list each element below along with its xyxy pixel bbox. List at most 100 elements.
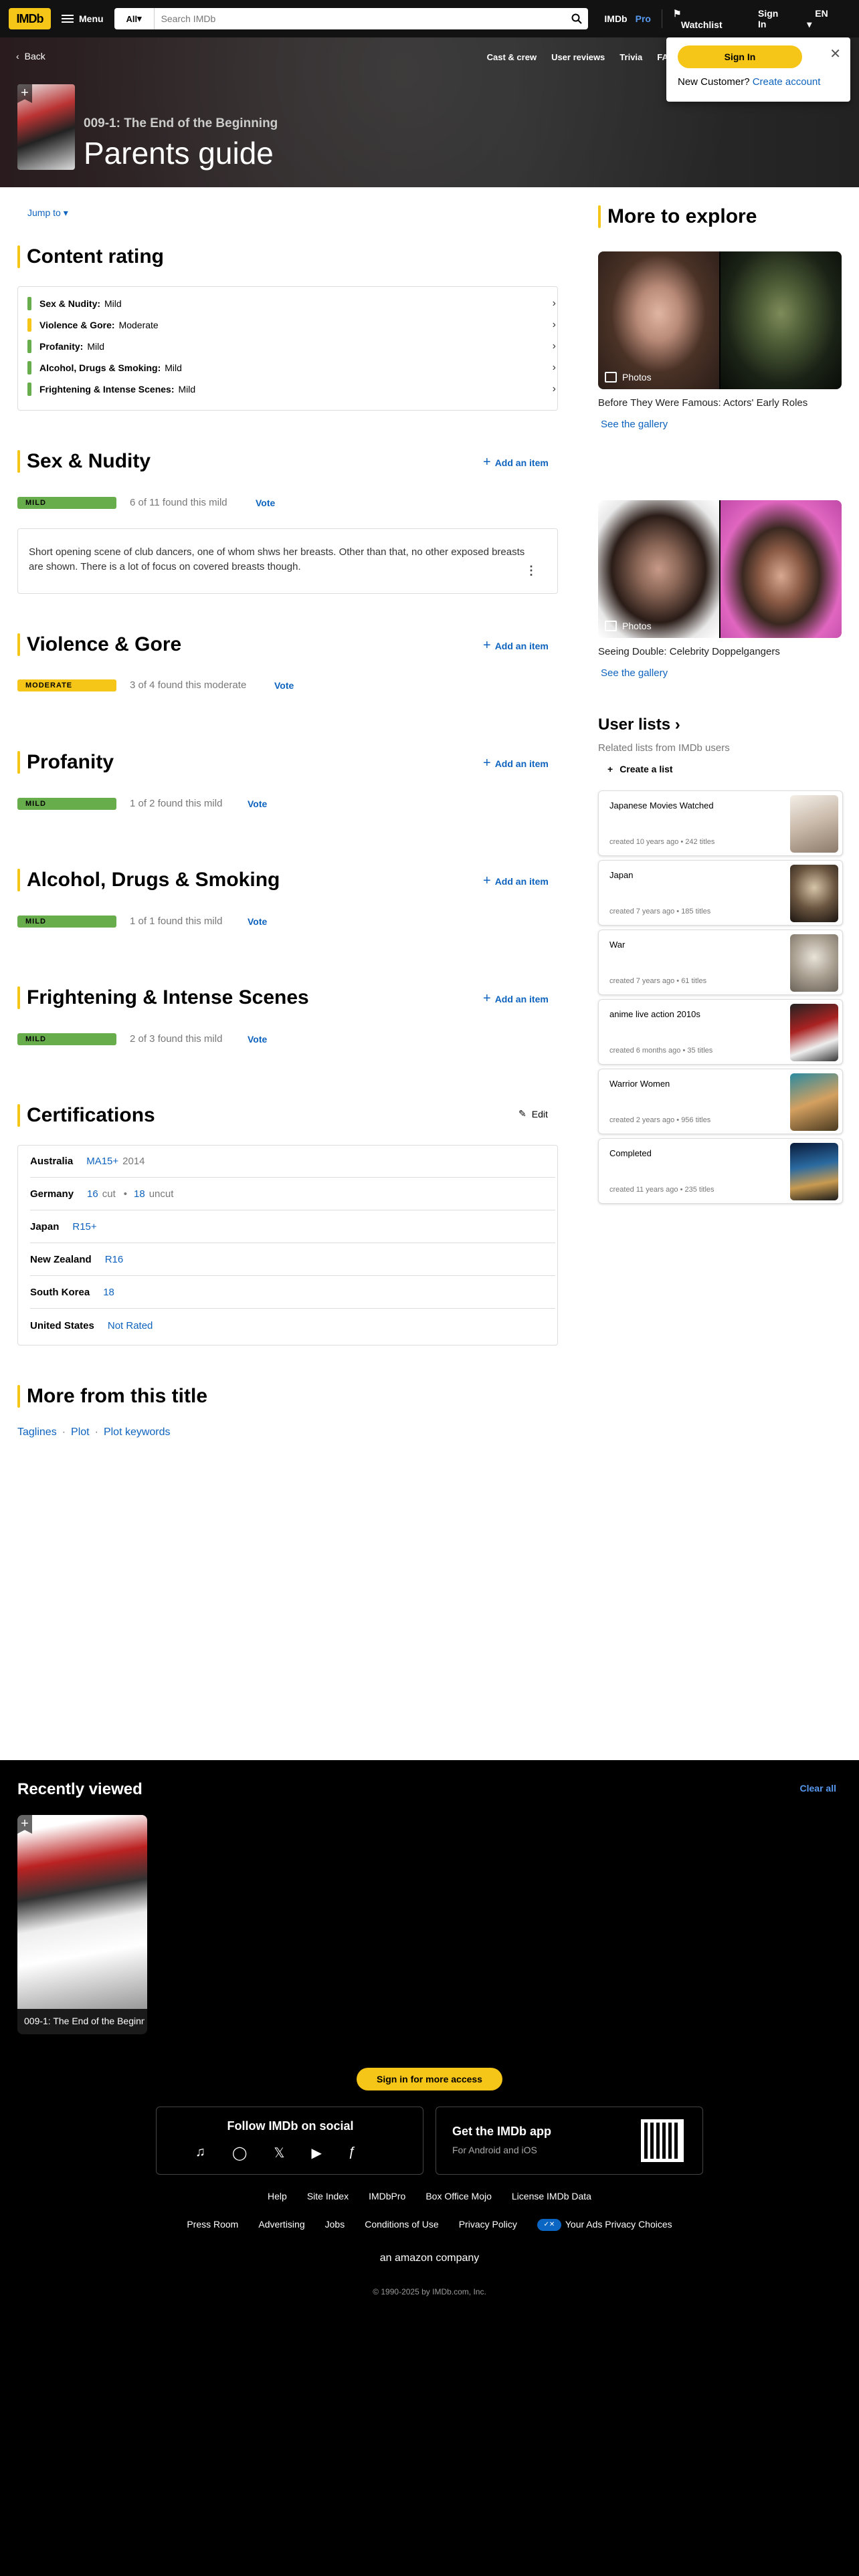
vote-button[interactable]: Vote [256, 498, 275, 508]
gallery-caption[interactable]: Before They Were Famous: Actors' Early R… [598, 397, 807, 409]
cert-rating-link[interactable]: 18 [134, 1188, 145, 1200]
rating-row-frightening[interactable]: Frightening & Intense Scenes: Mild › [27, 382, 556, 397]
plot-link[interactable]: Plot [71, 1426, 90, 1438]
list-card[interactable]: Japanese Movies Watched created 10 years … [598, 790, 843, 856]
rating-value: Mild [165, 362, 182, 373]
cert-rating-link[interactable]: 16 [87, 1188, 98, 1200]
advertising-link[interactable]: Advertising [258, 2219, 304, 2231]
rating-row-alcohol[interactable]: Alcohol, Drugs & Smoking: Mild › [27, 360, 556, 375]
site-index-link[interactable]: Site Index [307, 2191, 349, 2202]
app-box[interactable]: Get the IMDb app For Android and iOS [436, 2107, 703, 2175]
license-data-link[interactable]: License IMDb Data [512, 2191, 591, 2202]
press-room-link[interactable]: Press Room [187, 2219, 238, 2231]
list-card[interactable]: Warrior Women created 2 years ago • 956 t… [598, 1069, 843, 1134]
cert-rating-link[interactable]: 18 [103, 1287, 114, 1298]
rating-label: Profanity: [39, 341, 84, 352]
separator-dot: • [123, 1188, 128, 1200]
create-account-link[interactable]: Create account [753, 76, 821, 88]
add-item-button[interactable]: + Add an item [483, 756, 549, 771]
search-icon[interactable] [565, 8, 588, 29]
section-heading-sex-nudity: Sex & Nudity [17, 448, 151, 475]
cert-rating-link[interactable]: Not Rated [108, 1320, 153, 1331]
help-link[interactable]: Help [268, 2191, 287, 2202]
edit-button[interactable]: ✎ Edit [518, 1108, 548, 1119]
rating-row-sex-nudity[interactable]: Sex & Nudity: Mild › [27, 296, 556, 311]
search-input[interactable]: Search IMDb [155, 13, 566, 24]
imdbpro-footer-link[interactable]: IMDbPro [369, 2191, 405, 2202]
gallery-caption[interactable]: Seeing Double: Celebrity Doppelgangers [598, 646, 780, 657]
cast-crew-link[interactable]: Cast & crew [487, 52, 537, 62]
conditions-link[interactable]: Conditions of Use [365, 2219, 439, 2231]
title-name[interactable]: 009-1: The End of the Beginning [84, 116, 278, 131]
list-card[interactable]: War created 7 years ago • 61 titles [598, 930, 843, 995]
vote-button[interactable]: Vote [248, 798, 267, 809]
sign-in-more-access-button[interactable]: Sign in for more access [357, 2068, 502, 2090]
search-category-select[interactable]: All ▾ [114, 8, 155, 29]
list-card[interactable]: Japan created 7 years ago • 185 titles [598, 860, 843, 926]
privacy-toggle-icon: ✓✕ [537, 2219, 561, 2232]
more-options-icon[interactable]: ⋮ [525, 564, 537, 578]
sign-in-link[interactable]: Sign In [750, 3, 796, 35]
vote-button[interactable]: Vote [248, 1034, 267, 1045]
language-select[interactable]: EN ▾ [799, 3, 850, 35]
vote-button[interactable]: Vote [274, 680, 294, 691]
gallery-card-doppelgangers[interactable]: Photos [598, 500, 842, 638]
add-item-button[interactable]: + Add an item [483, 873, 549, 889]
facebook-icon[interactable]: ƒ [349, 2145, 356, 2161]
ad-privacy-link[interactable]: ✓✕ Your Ads Privacy Choices [537, 2219, 672, 2232]
jump-to-dropdown[interactable]: Jump to ▾ [27, 207, 68, 219]
cert-country: New Zealand [30, 1254, 92, 1265]
votes-found-text: 2 of 3 found this mild [130, 1033, 223, 1045]
cert-rating-link[interactable]: R16 [105, 1254, 124, 1265]
jobs-link[interactable]: Jobs [325, 2219, 345, 2231]
imdb-logo[interactable]: IMDb [9, 8, 51, 29]
gallery-card-before-famous[interactable]: Photos [598, 251, 842, 389]
user-reviews-link[interactable]: User reviews [551, 52, 605, 62]
popup-sign-in-button[interactable]: Sign In [678, 45, 802, 68]
qr-code [641, 2119, 684, 2162]
cert-rating-link[interactable]: R15+ [72, 1221, 96, 1232]
taglines-link[interactable]: Taglines [17, 1426, 57, 1438]
title-poster[interactable]: + [17, 84, 75, 170]
add-watchlist-icon[interactable]: + [17, 84, 32, 103]
box-office-mojo-link[interactable]: Box Office Mojo [425, 2191, 492, 2202]
menu-button[interactable]: Menu [62, 13, 104, 24]
trivia-link[interactable]: Trivia [619, 52, 642, 62]
add-item-button[interactable]: + Add an item [483, 991, 549, 1006]
cert-rating-link[interactable]: MA15+ [86, 1156, 118, 1167]
rating-label: Frightening & Intense Scenes: [39, 384, 175, 395]
back-button[interactable]: ‹ Back [16, 51, 45, 62]
photos-label: Photos [605, 621, 652, 631]
imdbpro-link[interactable]: IMDb Pro [588, 8, 659, 29]
see-gallery-link[interactable]: See the gallery [601, 419, 668, 430]
edit-label: Edit [531, 1108, 548, 1119]
privacy-link[interactable]: Privacy Policy [459, 2219, 517, 2231]
cert-country: United States [30, 1319, 94, 1331]
more-from-title-heading: More from this title [17, 1383, 207, 1410]
section-heading-profanity: Profanity [17, 749, 114, 776]
rating-row-profanity[interactable]: Profanity: Mild › [27, 339, 556, 354]
vote-button[interactable]: Vote [248, 916, 267, 927]
clear-all-button[interactable]: Clear all [800, 1783, 836, 1794]
certifications-heading: Certifications [17, 1102, 155, 1129]
cert-note: cut [102, 1188, 116, 1200]
x-icon[interactable]: 𝕏 [274, 2145, 284, 2161]
youtube-icon[interactable]: ▶ [312, 2145, 322, 2161]
tiktok-icon[interactable]: ♫ [195, 2145, 205, 2161]
list-card[interactable]: Completed created 11 years ago • 235 titl… [598, 1138, 843, 1204]
cert-note: uncut [149, 1188, 174, 1200]
plot-keywords-link[interactable]: Plot keywords [104, 1426, 171, 1438]
see-gallery-link[interactable]: See the gallery [601, 667, 668, 679]
add-item-button[interactable]: + Add an item [483, 455, 549, 470]
list-card[interactable]: anime live action 2010s created 6 months … [598, 999, 843, 1065]
new-customer-label: New Customer? [678, 76, 750, 88]
user-lists-heading[interactable]: User lists › [598, 716, 680, 734]
create-list-button[interactable]: + Create a list [607, 764, 673, 774]
add-item-button[interactable]: + Add an item [483, 638, 549, 653]
close-icon[interactable]: ✕ [830, 45, 841, 62]
rating-row-violence-gore[interactable]: Violence & Gore: Moderate › [27, 318, 556, 332]
instagram-icon[interactable]: ◯ [232, 2145, 247, 2161]
watchlist-button[interactable]: ⚑ Watchlist [665, 3, 747, 35]
recent-title-card[interactable]: + 009-1: The End of the Beginning [17, 1815, 147, 2034]
list-title: Japanese Movies Watched [609, 800, 714, 811]
